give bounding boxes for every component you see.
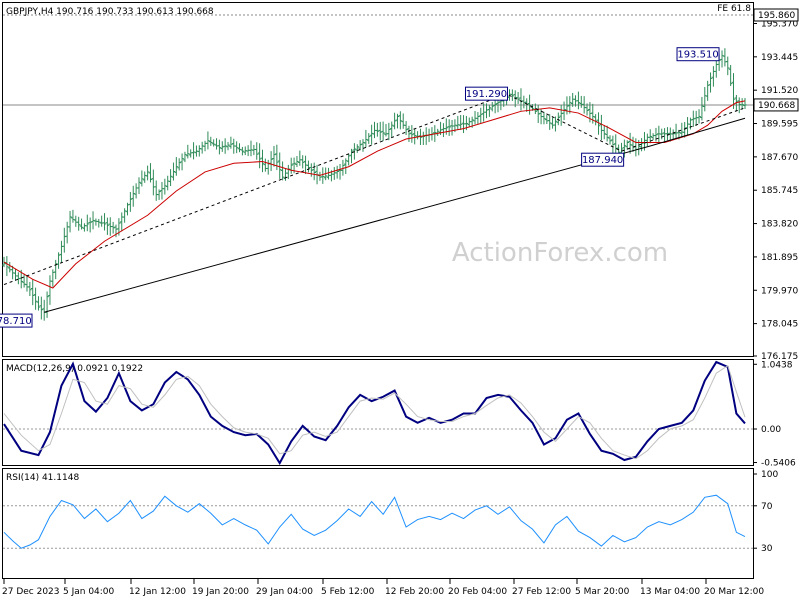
time-axis-label: 12 Feb 20:00: [385, 587, 444, 597]
price-axis-label: 181.895: [761, 253, 798, 263]
time-axis-label: 19 Jan 20:00: [192, 587, 249, 597]
macd-axis-label: 1.0438: [761, 360, 793, 370]
rsi-axis-label: 70: [761, 502, 773, 512]
rsi-axis-label: 100: [761, 470, 778, 480]
forex-chart: ActionForex.com GBPJPY,H4 190.716 190.73…: [0, 0, 800, 600]
time-axis-label: 27 Dec 2023: [2, 587, 60, 597]
price-level-label: 195.860: [758, 11, 795, 21]
macd-axis-label: -0.5406: [761, 459, 796, 469]
fe-label: FE 61.8: [717, 4, 751, 14]
rsi-axis-label: 30: [761, 544, 773, 554]
time-axis-label: 5 Feb 12:00: [321, 587, 375, 597]
macd-axis-label: 0.00: [761, 425, 781, 435]
time-axis-label: 12 Jan 12:00: [129, 587, 186, 597]
rsi-title: RSI(14) 41.1148: [6, 473, 79, 483]
price-axis-label: 185.745: [761, 186, 798, 196]
annotation-label: 187.940: [582, 155, 623, 166]
annotation-label: 193.510: [677, 50, 718, 61]
time-axis-label: 20 Feb 04:00: [448, 587, 507, 597]
time-axis-label: 20 Mar 12:00: [704, 587, 764, 597]
time-axis-label: 27 Feb 12:00: [512, 587, 571, 597]
price-level-label: 190.668: [758, 101, 795, 111]
price-axis-label: 178.045: [761, 320, 798, 330]
price-axis-label: 189.595: [761, 120, 798, 130]
price-axis-label: 179.970: [761, 286, 798, 296]
time-axis-label: 5 Jan 04:00: [63, 587, 115, 597]
annotation-label: 178.710: [0, 316, 32, 327]
time-axis-label: 5 Mar 20:00: [575, 587, 630, 597]
price-title: GBPJPY,H4 190.716 190.733 190.613 190.66…: [6, 7, 214, 17]
annotation-label: 191.290: [466, 89, 507, 100]
time-axis-label: 13 Mar 04:00: [640, 587, 700, 597]
price-axis-label: 191.520: [761, 86, 798, 96]
time-axis-label: 29 Jan 04:00: [256, 587, 313, 597]
price-axis-label: 183.820: [761, 220, 798, 230]
price-axis-label: 187.670: [761, 153, 798, 163]
watermark: ActionForex.com: [452, 238, 668, 268]
price-axis-label: 193.445: [761, 53, 798, 63]
